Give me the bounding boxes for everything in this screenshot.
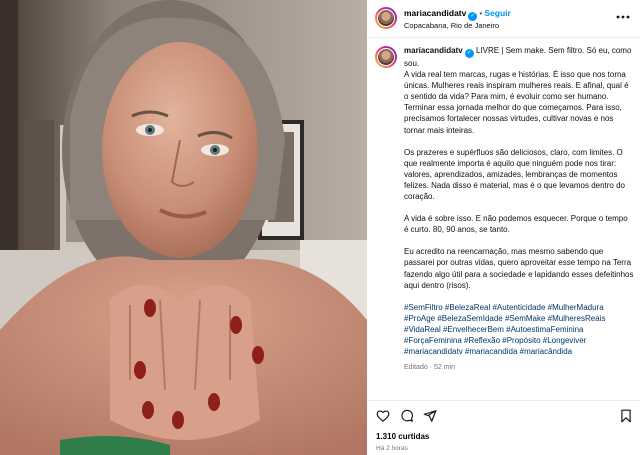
caption-paragraph-4: Eu acredito na reencarnação, mas mesmo s…: [404, 247, 634, 290]
caption-paragraph-3: A vida é sobre isso. E não podemos esque…: [404, 214, 628, 235]
follow-button[interactable]: Seguir: [484, 8, 510, 18]
header-user-line: mariacandidatv ✓ • Seguir: [404, 8, 511, 21]
author-username[interactable]: mariacandidatv: [404, 8, 466, 18]
post-location[interactable]: Copacabana, Rio de Janeiro: [404, 21, 499, 30]
caption-section: mariacandidatv ✓ LIVRE | Sem make. Sem fi…: [367, 39, 640, 397]
caption-text: mariacandidatv ✓ LIVRE | Sem make. Sem fi…: [404, 45, 634, 373]
caption-username[interactable]: mariacandidatv: [404, 46, 463, 55]
share-icon[interactable]: [423, 409, 437, 423]
heart-icon[interactable]: [376, 409, 390, 423]
bookmark-icon[interactable]: [619, 409, 633, 423]
separator-dot: •: [479, 8, 483, 18]
caption-avatar[interactable]: [375, 46, 397, 68]
portrait-image: [0, 0, 367, 455]
likes-count[interactable]: 1.310 curtidas: [376, 432, 429, 441]
author-avatar[interactable]: [375, 7, 397, 29]
instagram-post: mariacandidatv ✓ • Seguir Copacabana, Rio d…: [0, 0, 640, 455]
verified-icon: ✓: [468, 12, 478, 21]
action-bar: [367, 400, 640, 430]
verified-icon: ✓: [464, 49, 474, 58]
caption-paragraph-1: A vida real tem marcas, rugas e história…: [404, 70, 629, 135]
post-header: mariacandidatv ✓ • Seguir Copacabana, Rio d…: [367, 0, 640, 38]
more-icon[interactable]: [616, 12, 630, 22]
post-sidebar: mariacandidatv ✓ • Seguir Copacabana, Rio d…: [367, 0, 640, 455]
post-photo[interactable]: [0, 0, 367, 455]
post-time: Há 2 horas: [376, 445, 408, 452]
caption-paragraph-2: Os prazeres e supérfluos são deliciosos,…: [404, 147, 626, 202]
edited-timestamp: Editado · 52 min: [404, 364, 455, 372]
caption-hashtags[interactable]: #SemFiltro #BelezaReal #Autenticidade #M…: [404, 302, 634, 357]
comment-icon[interactable]: [400, 409, 414, 423]
